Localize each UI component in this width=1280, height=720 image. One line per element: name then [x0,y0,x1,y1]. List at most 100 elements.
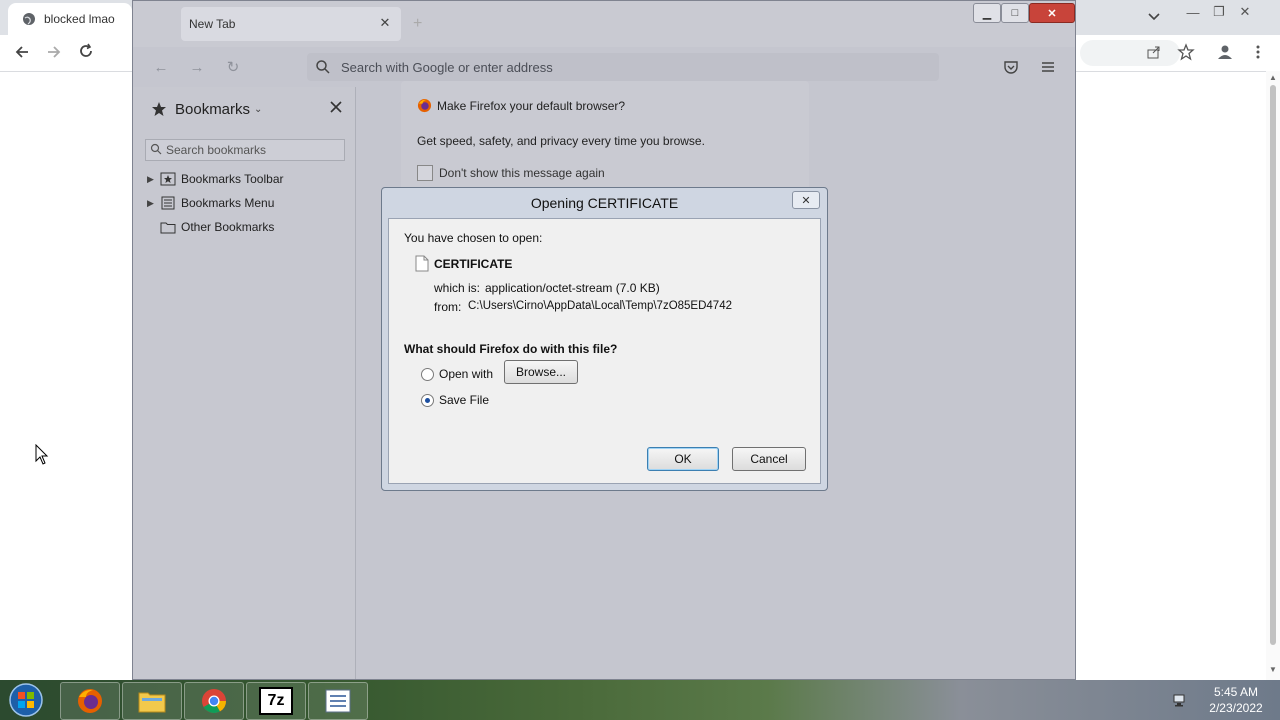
restore-icon[interactable]: ❐ [1206,2,1232,22]
dont-show-again-label: Don't show this message again [439,166,605,180]
cancel-button[interactable]: Cancel [732,447,806,471]
file-explorer-icon [137,688,167,714]
back-icon[interactable]: ← [149,55,173,79]
file-icon [415,255,429,272]
close-icon[interactable]: ✕ [792,191,820,209]
ok-button[interactable]: OK [647,447,719,471]
globe-icon [22,12,36,26]
taskbar-task-list[interactable] [308,682,368,720]
search-icon [150,143,162,155]
dialog-intro: You have chosen to open: [404,231,543,245]
hamburger-menu-icon[interactable] [1040,59,1056,75]
search-icon [315,59,331,75]
from-label: from: [434,300,462,314]
scroll-down-icon[interactable]: ▼ [1269,665,1277,674]
dialog-titlebar[interactable]: Opening CERTIFICATE ✕ [382,188,827,218]
star-icon [151,101,167,117]
expand-arrow-icon[interactable]: ▶ [147,174,159,185]
profile-icon[interactable] [1215,42,1235,62]
7zip-icon: 7z [259,687,293,715]
chrome-window-controls: — ❐ ✕ [1180,2,1258,22]
network-icon[interactable] [1172,692,1188,708]
taskbar-7zip[interactable]: 7z [246,682,306,720]
dont-show-again-checkbox[interactable] [417,165,433,181]
address-bar[interactable]: Search with Google or enter address [307,53,939,81]
taskbar-firefox[interactable] [60,682,120,720]
taskbar-chrome[interactable] [184,682,244,720]
back-icon[interactable] [12,42,32,62]
open-with-radio[interactable] [421,367,434,381]
firefox-tab-label: New Tab [189,17,236,31]
sidebar-item-bookmarks-menu[interactable]: ▶ Bookmarks Menu [147,192,274,214]
kebab-menu-icon[interactable] [1252,44,1264,60]
taskbar: 7z 5:45 AM 2/23/2022 [0,680,1280,720]
sidebar-item-label: Bookmarks Toolbar [181,172,284,186]
sidebar-item-bookmarks-toolbar[interactable]: ▶ Bookmarks Toolbar [147,168,284,190]
which-is-label: which is: [434,281,481,295]
chevron-down-icon[interactable] [1146,8,1162,24]
folder-icon [159,220,177,234]
dialog-title: Opening CERTIFICATE [530,195,679,211]
star-icon[interactable] [1177,43,1195,61]
sidebar-title: Bookmarks [175,101,251,118]
firefox-icon [76,687,104,715]
close-icon[interactable]: ✕ [1232,2,1258,22]
forward-icon[interactable] [44,42,64,62]
new-tab-icon[interactable]: + [413,15,422,33]
address-bar-placeholder: Search with Google or enter address [341,60,553,75]
chrome-icon [200,687,228,715]
save-file-radio[interactable] [421,393,434,407]
task-list-icon [324,688,352,714]
dialog-body: You have chosen to open: CERTIFICATE whi… [388,218,821,484]
pocket-icon[interactable] [1003,59,1019,75]
bookmarks-menu-icon [159,196,177,210]
file-source-path: C:\Users\Cirno\AppData\Local\Temp\7zO85E… [468,300,732,312]
opening-file-dialog: Opening CERTIFICATE ✕ You have chosen to… [381,187,828,491]
open-with-label: Open with [439,367,494,381]
forward-icon[interactable]: → [185,55,209,79]
system-clock[interactable]: 5:45 AM 2/23/2022 [1196,684,1276,716]
chrome-scrollbar[interactable]: ▲ ▼ [1266,71,1280,680]
file-type-value: application/octet-stream (7.0 KB) [485,281,660,295]
bookmarks-search-placeholder: Search bookmarks [166,143,267,157]
minimize-icon[interactable]: — [1180,2,1206,22]
firefox-tab-bar: New Tab ✕ + ▁ □ ✕ [133,1,1075,47]
sidebar-item-label: Bookmarks Menu [181,196,275,210]
share-icon[interactable] [1146,44,1162,60]
clock-time: 5:45 AM [1213,685,1259,699]
dialog-question: What should Firefox do with this file? [404,342,618,356]
file-name: CERTIFICATE [434,257,513,271]
minimize-icon[interactable]: ▁ [973,3,1001,23]
taskbar-file-explorer[interactable] [122,682,182,720]
close-sidebar-icon[interactable] [329,100,343,114]
browse-button[interactable]: Browse... [504,360,578,384]
save-file-label: Save File [439,393,490,407]
bookmarks-toolbar-icon [159,172,177,186]
chrome-tab-title: blocked lmao [44,12,115,26]
clock-date: 2/23/2022 [1209,701,1263,715]
chrome-omnibox[interactable] [1080,40,1180,66]
expand-arrow-icon[interactable]: ▶ [147,198,159,209]
close-icon[interactable]: ✕ [1029,3,1075,23]
sidebar-item-label: Other Bookmarks [181,220,275,234]
firefox-tab[interactable]: New Tab ✕ [181,7,401,41]
prompt-body: Get speed, safety, and privacy every tim… [417,134,705,148]
scroll-up-icon[interactable]: ▲ [1269,73,1277,82]
mouse-cursor-icon [35,444,49,466]
sidebar-switcher[interactable]: Bookmarks ⌄ [175,101,262,118]
chrome-tab[interactable]: blocked lmao [8,3,132,35]
reload-icon[interactable]: ↻ [221,55,245,79]
scrollbar-thumb[interactable] [1270,85,1276,645]
reload-icon[interactable] [76,42,96,62]
chevron-down-icon: ⌄ [254,104,263,115]
open-with-option[interactable]: Open with [421,367,493,381]
prompt-title: Make Firefox your default browser? [437,99,626,113]
firefox-logo-icon [417,98,432,113]
bookmarks-search-input[interactable]: Search bookmarks [145,139,345,161]
start-button[interactable] [6,681,46,719]
sidebar-item-other-bookmarks[interactable]: Other Bookmarks [147,216,274,238]
bookmarks-sidebar: Bookmarks ⌄ Search bookmarks ▶ Bookmarks… [133,87,356,679]
close-tab-icon[interactable]: ✕ [377,15,393,31]
maximize-icon[interactable]: □ [1001,3,1029,23]
save-file-option[interactable]: Save File [421,393,489,407]
